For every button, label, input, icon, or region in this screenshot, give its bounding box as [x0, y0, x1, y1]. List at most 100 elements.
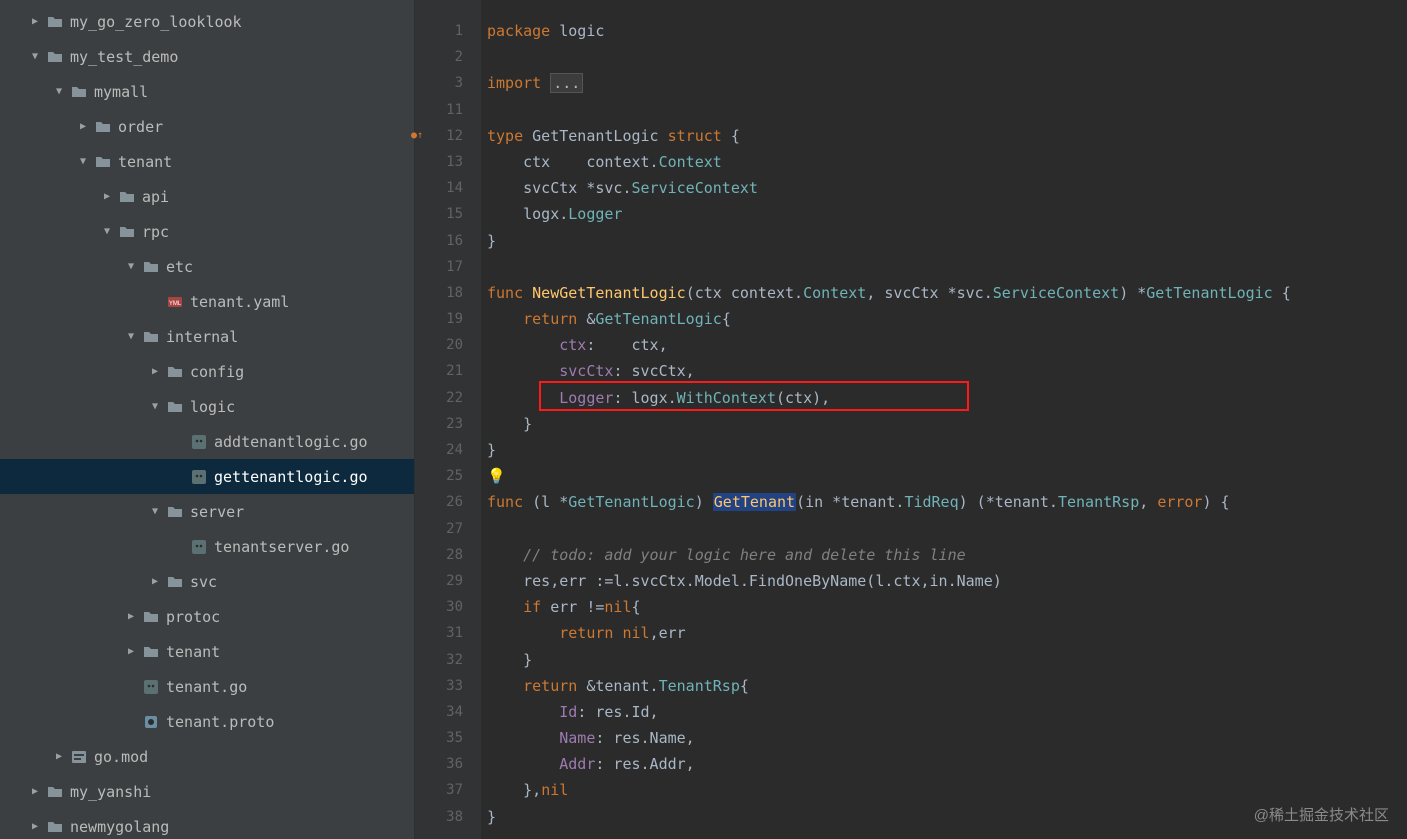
code-line[interactable]: 💡 [487, 463, 1407, 489]
tree-arrow-icon[interactable]: ▼ [148, 506, 162, 517]
code-line[interactable]: // todo: add your logic here and delete … [487, 542, 1407, 568]
tree-item-rpc[interactable]: ▼rpc [0, 214, 414, 249]
tree-item-tenant-go[interactable]: tenant.go [0, 669, 414, 704]
tree-item-protoc[interactable]: ▶ protoc [0, 599, 414, 634]
tree-item-tenant[interactable]: ▶ tenant [0, 634, 414, 669]
tree-item-tenant-yaml[interactable]: YMLtenant.yaml [0, 284, 414, 319]
code-line[interactable]: Addr: res.Addr, [487, 751, 1407, 777]
gutter-line: 26 [415, 489, 463, 515]
tree-item-config[interactable]: ▶config [0, 354, 414, 389]
gutter-line: 15 [415, 201, 463, 227]
yaml-icon: YML [166, 293, 184, 311]
tree-item-mymall[interactable]: ▼mymall [0, 74, 414, 109]
gutter-line: 22 [415, 385, 463, 411]
tree-item-label: my_go_zero_looklook [70, 13, 406, 31]
folder-icon [46, 48, 64, 66]
code-line[interactable] [487, 44, 1407, 70]
code-line[interactable]: } [487, 437, 1407, 463]
code-line[interactable]: Name: res.Name, [487, 725, 1407, 751]
tree-arrow-icon[interactable]: ▼ [124, 261, 138, 272]
tree-item-tenant[interactable]: ▼ tenant [0, 144, 414, 179]
tree-item-label: tenant [118, 153, 406, 171]
go-icon [190, 433, 208, 451]
tree-item-addtenantlogic-go[interactable]: addtenantlogic.go [0, 424, 414, 459]
tree-item-etc[interactable]: ▼etc [0, 249, 414, 284]
code-line[interactable] [487, 97, 1407, 123]
tree-item-label: svc [190, 573, 406, 591]
tree-item-label: my_test_demo [70, 48, 406, 66]
tree-item-my-go-zero-looklook[interactable]: ▶ my_go_zero_looklook [0, 4, 414, 39]
code-line[interactable]: ctx context.Context [487, 149, 1407, 175]
tree-arrow-icon[interactable]: ▶ [124, 611, 138, 622]
tree-arrow-icon[interactable]: ▶ [100, 191, 114, 202]
tree-item-gettenantlogic-go[interactable]: gettenantlogic.go [0, 459, 414, 494]
tree-item-tenantserver-go[interactable]: tenantserver.go [0, 529, 414, 564]
tree-arrow-icon[interactable]: ▶ [52, 751, 66, 762]
code-line[interactable]: } [487, 228, 1407, 254]
code-line[interactable]: func NewGetTenantLogic(ctx context.Conte… [487, 280, 1407, 306]
code-line[interactable] [487, 254, 1407, 280]
tree-item-label: protoc [166, 608, 406, 626]
folder-icon [46, 13, 64, 31]
tree-item-tenant-proto[interactable]: tenant.proto [0, 704, 414, 739]
tree-arrow-icon[interactable]: ▶ [148, 576, 162, 587]
tree-arrow-icon[interactable]: ▶ [28, 821, 42, 832]
code-editor[interactable]: 1231112●↑1314151617181920212223242526272… [415, 0, 1407, 839]
tree-arrow-icon[interactable]: ▼ [148, 401, 162, 412]
code-line[interactable]: svcCtx: svcCtx, [487, 358, 1407, 384]
gutter-line: 21 [415, 358, 463, 384]
intention-bulb-icon[interactable]: 💡 [487, 463, 505, 489]
tree-item-go-mod[interactable]: ▶go.mod [0, 739, 414, 774]
tree-arrow-icon[interactable]: ▼ [28, 51, 42, 62]
tree-item-newmygolang[interactable]: ▶ newmygolang [0, 809, 414, 839]
tree-item-logic[interactable]: ▼ logic [0, 389, 414, 424]
code-line[interactable]: return &tenant.TenantRsp{ [487, 673, 1407, 699]
code-line[interactable]: logx.Logger [487, 201, 1407, 227]
tree-arrow-icon[interactable]: ▶ [28, 16, 42, 27]
tree-arrow-icon[interactable]: ▶ [28, 786, 42, 797]
code-line[interactable] [487, 516, 1407, 542]
project-tree-sidebar[interactable]: ▶ my_go_zero_looklook ▼ my_test_demo ▼mymall… [0, 0, 415, 839]
code-line[interactable]: } [487, 411, 1407, 437]
tree-item-server[interactable]: ▼server [0, 494, 414, 529]
go-icon [190, 468, 208, 486]
gutter-line: 13 [415, 149, 463, 175]
tree-item-my-test-demo[interactable]: ▼ my_test_demo [0, 39, 414, 74]
code-line[interactable]: ctx: ctx, [487, 332, 1407, 358]
tree-item-label: tenant [166, 643, 406, 661]
code-line[interactable]: import ... [487, 70, 1407, 96]
tree-item-label: newmygolang [70, 818, 406, 836]
code-line[interactable]: Logger: logx.WithContext(ctx), [487, 385, 1407, 411]
code-line[interactable]: Id: res.Id, [487, 699, 1407, 725]
tree-item-label: logic [190, 398, 406, 416]
code-line[interactable]: type GetTenantLogic struct { [487, 123, 1407, 149]
code-line[interactable]: return nil,err [487, 620, 1407, 646]
implement-gutter-icon[interactable]: ●↑ [411, 123, 423, 149]
gutter-line: 33 [415, 673, 463, 699]
tree-arrow-icon[interactable]: ▼ [76, 156, 90, 167]
tree-item-svc[interactable]: ▶ svc [0, 564, 414, 599]
tree-arrow-icon[interactable]: ▼ [52, 86, 66, 97]
editor-code-area[interactable]: package logic import ... type GetTenantL… [481, 0, 1407, 839]
tree-item-internal[interactable]: ▼internal [0, 319, 414, 354]
project-tree[interactable]: ▶ my_go_zero_looklook ▼ my_test_demo ▼mymall… [0, 0, 414, 839]
code-line[interactable]: return &GetTenantLogic{ [487, 306, 1407, 332]
code-line[interactable]: func (l *GetTenantLogic) GetTenant(in *t… [487, 489, 1407, 515]
tree-arrow-icon[interactable]: ▶ [124, 646, 138, 657]
tree-arrow-icon[interactable]: ▶ [148, 366, 162, 377]
code-line[interactable]: svcCtx *svc.ServiceContext [487, 175, 1407, 201]
gutter-line: 32 [415, 647, 463, 673]
gutter-line: 18 [415, 280, 463, 306]
code-line[interactable]: package logic [487, 18, 1407, 44]
tree-item-api[interactable]: ▶api [0, 179, 414, 214]
gutter-line: 29 [415, 568, 463, 594]
code-line[interactable]: if err !=nil{ [487, 594, 1407, 620]
code-line[interactable]: } [487, 647, 1407, 673]
tree-arrow-icon[interactable]: ▼ [124, 331, 138, 342]
code-line[interactable]: res,err :=l.svcCtx.Model.FindOneByName(l… [487, 568, 1407, 594]
tree-item-my-yanshi[interactable]: ▶my_yanshi [0, 774, 414, 809]
tree-arrow-icon[interactable]: ▼ [100, 226, 114, 237]
tree-arrow-icon[interactable]: ▶ [76, 121, 90, 132]
tree-item-order[interactable]: ▶order [0, 109, 414, 144]
code-line[interactable]: },nil [487, 777, 1407, 803]
